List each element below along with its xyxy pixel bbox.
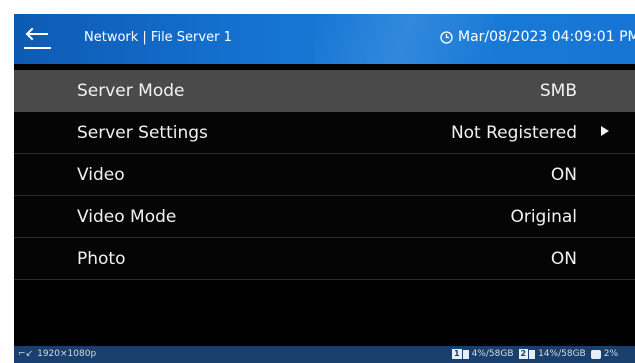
sd-card-icon (529, 349, 536, 359)
sd-card-icon (462, 349, 469, 359)
storage-usage-text: 2% (603, 349, 618, 359)
menu-item-server-mode[interactable]: Server Mode SMB (14, 70, 635, 112)
menu-item-label: Video Mode (77, 206, 177, 227)
resolution-indicator: ⌐↙ 1920×1080p (18, 349, 96, 359)
storage-disk: 2% (590, 349, 618, 359)
menu-item-label: Server Mode (77, 80, 185, 101)
status-bar: ⌐↙ 1920×1080p 1 4%/58GB 2 14%/58GB 2% (14, 346, 635, 363)
menu-item-value: ON (550, 248, 577, 269)
storage-indicators: 1 4%/58GB 2 14%/58GB 2% (452, 349, 623, 359)
back-arrow-icon (24, 27, 51, 49)
back-button[interactable] (20, 22, 56, 56)
menu-item-label: Video (77, 164, 125, 185)
storage-slot-2: 2 14%/58GB (518, 349, 586, 359)
storage-usage-text: 4%/58GB (471, 349, 514, 359)
slot-number-badge: 2 (518, 349, 529, 359)
menu-item-label: Server Settings (77, 122, 208, 143)
storage-slot-1: 1 4%/58GB (452, 349, 514, 359)
resolution-text: 1920×1080p (37, 349, 97, 359)
menu-item-value: Original (510, 206, 577, 227)
slot-number-badge: 1 (452, 349, 462, 359)
device-screen: Network | File Server 1 Mar/08/2023 04:0… (14, 14, 635, 363)
menu-item-label: Photo (77, 248, 126, 269)
menu-item-video-mode[interactable]: Video Mode Original (14, 196, 635, 238)
storage-usage-text: 14%/58GB (538, 349, 586, 359)
header-bar: Network | File Server 1 Mar/08/2023 04:0… (14, 14, 635, 64)
resolution-icon: ⌐↙ (18, 349, 34, 359)
settings-menu: Server Mode SMB Server Settings Not Regi… (14, 70, 635, 280)
disk-icon (590, 349, 601, 359)
breadcrumb: Network | File Server 1 (84, 30, 232, 45)
submenu-arrow-icon (601, 126, 609, 136)
menu-item-photo[interactable]: Photo ON (14, 238, 635, 280)
datetime-text: Mar/08/2023 04:09:01 PM (458, 29, 635, 45)
menu-item-value: Not Registered (450, 122, 577, 143)
menu-item-video[interactable]: Video ON (14, 154, 635, 196)
clock-icon (440, 30, 453, 44)
menu-item-value: SMB (539, 80, 577, 101)
datetime-display: Mar/08/2023 04:09:01 PM (440, 29, 635, 45)
menu-item-value: ON (550, 164, 577, 185)
menu-item-server-settings[interactable]: Server Settings Not Registered (14, 112, 635, 154)
